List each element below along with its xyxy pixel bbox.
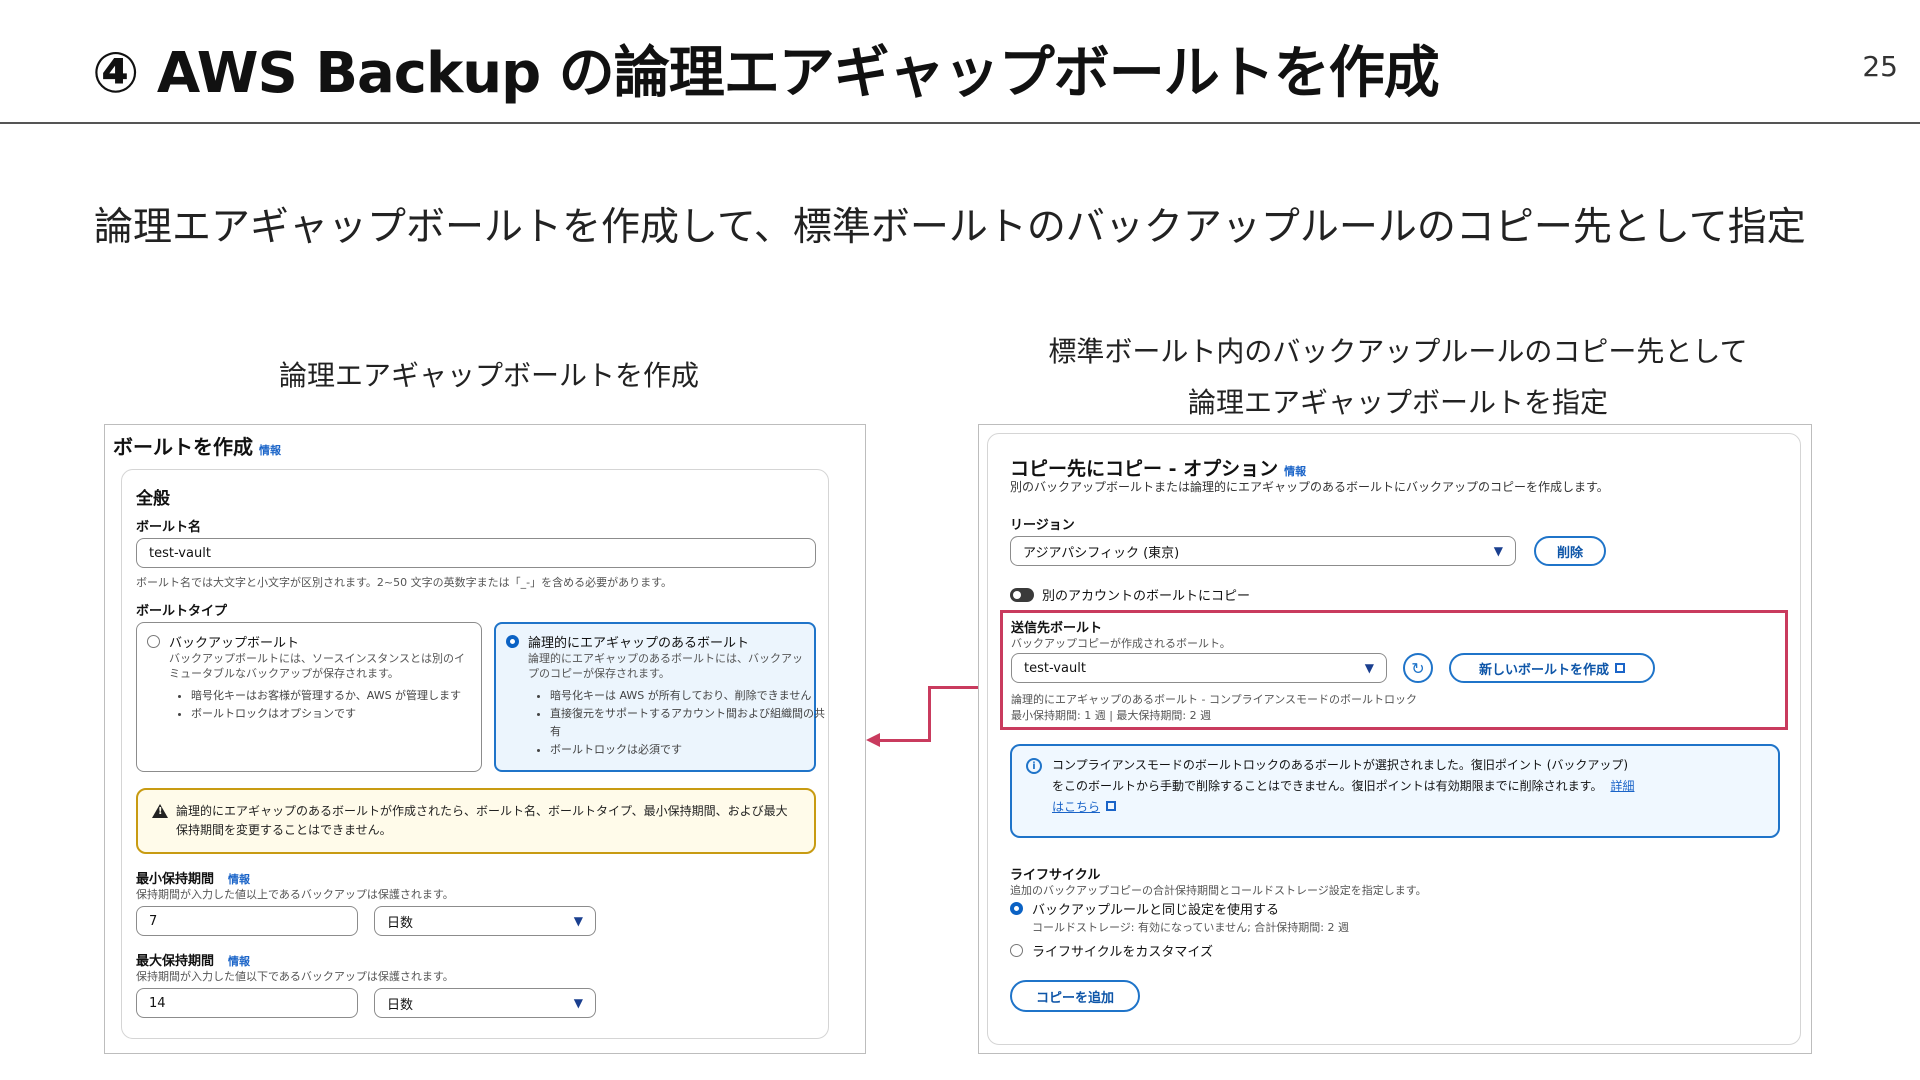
info-link[interactable]: 情報 xyxy=(228,955,250,968)
region-select[interactable]: アジアパシフィック (東京) ▼ xyxy=(1010,536,1516,566)
copy-options-desc: 別のバックアップボールトまたは論理的にエアギャップのあるボールトにバックアップの… xyxy=(1010,480,1609,494)
destination-vault-label: 送信先ボールト xyxy=(1011,621,1103,636)
min-retention-input[interactable]: 7 xyxy=(136,906,358,936)
warning-text: 論理的にエアギャップのあるボールトが作成されたら、ボールト名、ボールトタイプ、最… xyxy=(176,804,788,837)
min-retention-unit-select[interactable]: 日数 ▼ xyxy=(374,906,596,936)
lifecycle-hint: 追加のバックアップコピーの合計保持期間とコールドストレージ設定を指定します。 xyxy=(1010,884,1427,897)
vault-meta-line2: 最小保持期間: 1 週 | 最大保持期間: 2 週 xyxy=(1011,709,1212,722)
region-label: リージョン xyxy=(1010,518,1075,533)
max-retention-unit-select[interactable]: 日数 ▼ xyxy=(374,988,596,1018)
option-airgap-desc: 論理的にエアギャップのあるボールトには、バックアップのコピーが保存されます。 xyxy=(528,652,803,680)
vault-meta-line1: 論理的にエアギャップのあるボールト - コンプライアンスモードのボールトロック xyxy=(1011,693,1417,706)
bullet-item: 暗号化キーは AWS が所有しており、削除できません xyxy=(550,687,826,705)
vault-type-option-backup[interactable]: バックアップボールト バックアップボールトには、ソースインスタンスとは別のイミュ… xyxy=(136,622,482,772)
create-new-vault-button-label: 新しいボールトを作成 xyxy=(1478,662,1609,678)
copy-options-title: コピー先にコピー - オプション 情報 xyxy=(1010,454,1306,481)
right-caption-line2: 論理エアギャップボールトを指定 xyxy=(1187,386,1608,419)
page-number: 25 xyxy=(1862,50,1898,83)
connector-line-horizontal-bottom xyxy=(880,739,931,742)
min-retention-unit-value: 日数 xyxy=(387,915,414,931)
lifecycle-option-same-hint: コールドストレージ: 有効になっていません; 合計保持期間: 2 週 xyxy=(1032,921,1350,934)
option-airgap-title: 論理的にエアギャップのあるボールト xyxy=(528,636,750,651)
external-link-icon xyxy=(1615,663,1625,673)
info-link[interactable]: 情報 xyxy=(228,873,250,886)
connector-line-vertical xyxy=(928,686,931,742)
cross-account-toggle-label: 別のアカウントのボールトにコピー xyxy=(1042,589,1251,604)
info-link[interactable]: 情報 xyxy=(259,444,281,457)
learn-more-link[interactable]: 詳細 xyxy=(1610,779,1634,793)
external-link-icon xyxy=(1106,801,1117,811)
option-backup-desc: バックアップボールトには、ソースインスタンスとは別のイミュータブルなバックアップ… xyxy=(169,652,466,680)
info-alert-line2: をこのボールトから手動で削除することはできません。復旧ポイントは有効期限までに削… xyxy=(1052,777,1634,794)
vault-name-hint: ボールト名では大文字と小文字が区別されます。2~50 文字の英数字または「_-」… xyxy=(136,576,672,589)
copy-options-container: コピー先にコピー - オプション 情報 別のバックアップボールトまたは論理的にエア… xyxy=(987,433,1801,1045)
vault-type-label: ボールトタイプ xyxy=(136,604,228,619)
max-retention-unit-value: 日数 xyxy=(387,997,414,1013)
warning-icon xyxy=(152,804,168,818)
min-retention-label-text: 最小保持期間 xyxy=(136,872,215,887)
lifecycle-label: ライフサイクル xyxy=(1010,868,1101,883)
general-section: 全般 ボールト名 test-vault ボールト名では大文字と小文字が区別されま… xyxy=(121,469,829,1039)
lifecycle-option-same: バックアップルールと同じ設定を使用する xyxy=(1032,903,1280,918)
max-retention-hint: 保持期間が入力した値以下であるバックアップは保護されます。 xyxy=(136,970,454,983)
option-backup-title: バックアップボールト xyxy=(169,636,300,651)
max-retention-label: 最大保持期間 情報 xyxy=(136,950,250,969)
warning-alert: 論理的にエアギャップのあるボールトが作成されたら、ボールト名、ボールトタイプ、最… xyxy=(136,788,816,854)
left-caption: 論理エアギャップボールトを作成 xyxy=(278,359,699,392)
copy-options-title-text: コピー先にコピー - オプション xyxy=(1010,458,1279,480)
destination-vault-highlight: 送信先ボールト バックアップコピーが作成されるボールト。 test-vault … xyxy=(1000,610,1788,730)
create-vault-title-text: ボールトを作成 xyxy=(113,435,253,459)
info-alert-line3: はこちら xyxy=(1052,798,1117,815)
right-caption-line1: 標準ボールト内のバックアップルールのコピー先として xyxy=(1048,335,1748,368)
max-retention-label-text: 最大保持期間 xyxy=(136,954,215,969)
cross-account-toggle[interactable] xyxy=(1010,588,1034,602)
caret-down-icon: ▼ xyxy=(1364,661,1374,675)
bullet-item: 暗号化キーはお客様が管理するか、AWS が管理します xyxy=(191,687,487,705)
caret-down-icon: ▼ xyxy=(573,996,583,1010)
radio-lifecycle-custom[interactable] xyxy=(1010,944,1023,957)
section-title: 全般 xyxy=(136,489,170,509)
vault-type-option-airgap[interactable]: 論理的にエアギャップのあるボールト 論理的にエアギャップのあるボールトには、バッ… xyxy=(494,622,825,772)
radio-airgap-vault[interactable] xyxy=(506,635,519,648)
bullet-item: ボールトロックは必須です xyxy=(550,741,826,759)
info-alert-line2-text: をこのボールトから手動で削除することはできません。復旧ポイントは有効期限までに削… xyxy=(1052,779,1603,793)
caret-down-icon: ▼ xyxy=(573,914,583,928)
info-link[interactable]: 情報 xyxy=(1284,465,1306,478)
vault-name-input[interactable]: test-vault xyxy=(136,538,816,568)
bullet-item: 直接復元をサポートするアカウント間および組織間の共有 xyxy=(550,705,826,741)
copy-options-screenshot: コピー先にコピー - オプション 情報 別のバックアップボールトまたは論理的にエア… xyxy=(978,424,1812,1054)
info-alert-line1: コンプライアンスモードのボールトロックのあるボールトが選択されました。復旧ポイン… xyxy=(1052,758,1629,772)
arrow-head-icon xyxy=(866,733,880,747)
destination-vault-hint: バックアップコピーが作成されるボールト。 xyxy=(1011,637,1231,650)
create-vault-screenshot: ボールトを作成 情報 全般 ボールト名 test-vault ボールト名では大文字… xyxy=(104,424,866,1054)
slide-title: ④ AWS Backup の論理エアギャップボールトを作成 xyxy=(92,41,1440,106)
bullet-item: ボールトロックはオプションです xyxy=(191,705,487,723)
slide-subtitle: 論理エアギャップボールトを作成して、標準ボールトのバックアップルールのコピー先と… xyxy=(94,205,1806,250)
min-retention-hint: 保持期間が入力した値以上であるバックアップは保護されます。 xyxy=(136,888,454,901)
max-retention-input[interactable]: 14 xyxy=(136,988,358,1018)
title-divider xyxy=(0,122,1920,124)
delete-button[interactable]: 削除 xyxy=(1534,536,1606,566)
destination-vault-select-value: test-vault xyxy=(1024,660,1086,676)
compliance-info-alert: i コンプライアンスモードのボールトロックのあるボールトが選択されました。復旧ポ… xyxy=(1010,744,1780,838)
caret-down-icon: ▼ xyxy=(1493,544,1503,558)
create-new-vault-button[interactable]: 新しいボールトを作成 xyxy=(1449,653,1655,683)
destination-vault-select[interactable]: test-vault ▼ xyxy=(1011,653,1387,683)
refresh-icon[interactable]: ↻ xyxy=(1403,653,1433,683)
region-select-value: アジアパシフィック (東京) xyxy=(1023,545,1180,561)
option-backup-bullets: 暗号化キーはお客様が管理するか、AWS が管理します ボールトロックはオプション… xyxy=(177,687,487,723)
radio-lifecycle-same[interactable] xyxy=(1010,902,1023,915)
radio-backup-vault[interactable] xyxy=(147,635,160,648)
min-retention-label: 最小保持期間 情報 xyxy=(136,868,250,887)
info-icon: i xyxy=(1026,758,1042,774)
lifecycle-option-custom: ライフサイクルをカスタマイズ xyxy=(1032,945,1213,960)
create-vault-title: ボールトを作成 情報 xyxy=(113,431,281,460)
option-airgap-bullets: 暗号化キーは AWS が所有しており、削除できません 直接復元をサポートするアカ… xyxy=(536,687,826,759)
learn-more-link-continued[interactable]: はこちら xyxy=(1052,800,1100,814)
add-copy-button[interactable]: コピーを追加 xyxy=(1010,980,1140,1012)
vault-name-label: ボールト名 xyxy=(136,520,202,535)
